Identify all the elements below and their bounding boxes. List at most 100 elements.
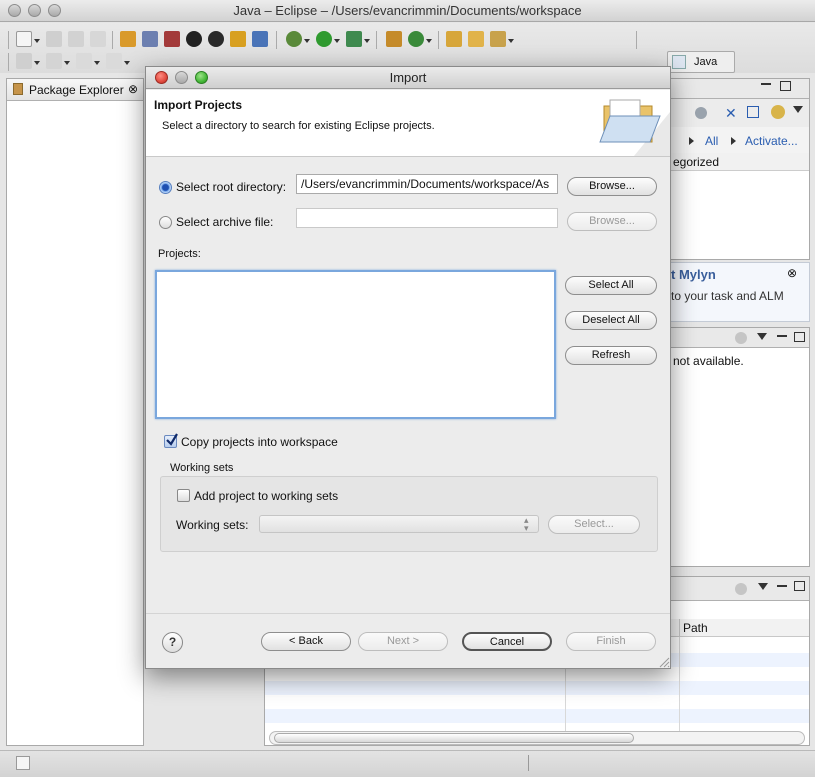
outline-tab <box>665 328 809 348</box>
outline-toolbar-icon[interactable] <box>735 332 747 344</box>
archive-file-radio[interactable] <box>159 216 172 229</box>
select-arrows-icon: ▴ ▾ <box>524 515 529 533</box>
maximize-icon[interactable] <box>794 581 805 591</box>
projects-list[interactable] <box>155 270 556 419</box>
status-separator <box>528 755 529 771</box>
working-sets-select[interactable]: ▴ ▾ <box>259 515 539 533</box>
view-menu-icon[interactable] <box>758 583 768 590</box>
folder-icon <box>599 99 670 156</box>
browse-archive-button[interactable]: Browse... <box>567 212 657 231</box>
zoom-window-button[interactable] <box>48 4 61 17</box>
hide-completed-icon[interactable]: ✕ <box>725 105 737 122</box>
dialog-minimize-button[interactable] <box>175 71 188 84</box>
open-folder-2-icon[interactable] <box>468 31 484 47</box>
select-working-sets-button[interactable]: Select... <box>548 515 640 534</box>
fast-view-icon[interactable] <box>16 756 30 770</box>
refresh-button[interactable]: Refresh <box>565 346 657 365</box>
package-explorer-tab[interactable]: Package Explorer ⊗ <box>7 79 143 101</box>
new-dropdown-icon[interactable] <box>34 39 40 43</box>
package-explorer-label: Package Explorer <box>29 83 124 97</box>
finish-button[interactable]: Finish <box>566 632 656 651</box>
debug-dropdown-icon[interactable] <box>304 39 310 43</box>
root-directory-radio[interactable] <box>159 181 172 194</box>
view-menu-icon[interactable] <box>757 333 767 340</box>
deselect-all-button[interactable]: Deselect All <box>565 311 657 330</box>
build-icon[interactable] <box>230 31 246 47</box>
run-ant-icon[interactable] <box>186 31 202 47</box>
minimize-window-button[interactable] <box>28 4 41 17</box>
select-all-button[interactable]: Select All <box>565 276 657 295</box>
view-menu-icon[interactable] <box>793 106 803 113</box>
debug-icon[interactable] <box>286 31 302 47</box>
package-explorer-view: Package Explorer ⊗ <box>6 78 144 746</box>
all-link[interactable]: All <box>705 134 718 148</box>
run-dropdown-icon[interactable] <box>334 39 340 43</box>
search-icon[interactable] <box>490 31 506 47</box>
categorized-header: egorized <box>665 153 809 171</box>
resize-grip-icon[interactable] <box>658 656 670 668</box>
new-class-dropdown-icon[interactable] <box>426 39 432 43</box>
copy-projects-checkbox[interactable] <box>164 433 178 448</box>
back-dropdown-icon[interactable] <box>94 61 100 65</box>
browse-root-button[interactable]: Browse... <box>567 177 657 196</box>
status-bar <box>0 750 815 777</box>
dialog-close-button[interactable] <box>155 71 168 84</box>
next-annotation-icon[interactable] <box>16 53 32 69</box>
path-column-header[interactable]: Path <box>683 621 708 635</box>
close-window-button[interactable] <box>8 4 21 17</box>
save-icon[interactable] <box>46 31 62 47</box>
activate-link[interactable]: Activate... <box>745 134 798 148</box>
copy-projects-label: Copy projects into workspace <box>181 435 338 449</box>
mylyn-info-panel: t Mylyn ⊗ to your task and ALM <box>664 262 810 322</box>
maximize-icon[interactable] <box>794 332 805 342</box>
dialog-zoom-button[interactable] <box>195 71 208 84</box>
run-icon[interactable] <box>316 31 332 47</box>
task-icon[interactable] <box>695 107 707 119</box>
task-list-area <box>665 171 809 259</box>
focus-icon[interactable] <box>771 105 785 119</box>
maximize-icon[interactable] <box>780 81 791 91</box>
package-icon <box>13 83 23 95</box>
external-tools-icon[interactable] <box>346 31 362 47</box>
mylyn-title: t Mylyn <box>671 267 716 282</box>
projects-label: Projects: <box>158 248 201 260</box>
new-java-project-icon[interactable] <box>386 31 402 47</box>
search-dropdown-icon[interactable] <box>508 39 514 43</box>
previous-annotation-icon[interactable] <box>46 53 62 69</box>
back-icon[interactable] <box>76 53 92 69</box>
next-annotation-dropdown-icon[interactable] <box>34 61 40 65</box>
deploy-icon[interactable] <box>252 31 268 47</box>
print-icon[interactable] <box>90 31 106 47</box>
problems-toolbar-icon[interactable] <box>735 583 747 595</box>
window-titlebar: Java – Eclipse – /Users/evancrimmin/Docu… <box>0 0 815 22</box>
minimize-icon[interactable] <box>777 585 787 587</box>
working-sets-group-label: Working sets <box>170 462 234 474</box>
open-folder-icon[interactable] <box>446 31 462 47</box>
open-type-icon[interactable] <box>120 31 136 47</box>
save-all-icon[interactable] <box>68 31 84 47</box>
help-icon[interactable]: ? <box>162 632 183 653</box>
cancel-button[interactable]: Cancel <box>462 632 552 651</box>
scrollbar-thumb[interactable] <box>274 733 634 743</box>
collapse-all-icon[interactable] <box>747 106 759 118</box>
debug-last-icon[interactable] <box>164 31 180 47</box>
close-icon[interactable]: ⊗ <box>128 82 138 96</box>
previous-annotation-dropdown-icon[interactable] <box>64 61 70 65</box>
minimize-icon[interactable] <box>761 83 771 85</box>
root-directory-field[interactable]: /Users/evancrimmin/Documents/workspace/A… <box>296 174 558 194</box>
back-button[interactable]: < Back <box>261 632 351 651</box>
next-button[interactable]: Next > <box>358 632 448 651</box>
external-tools-dropdown-icon[interactable] <box>364 39 370 43</box>
minimize-icon[interactable] <box>777 335 787 337</box>
open-task-icon[interactable] <box>142 31 158 47</box>
new-class-icon[interactable] <box>408 31 424 47</box>
horizontal-scrollbar[interactable] <box>269 731 805 745</box>
forward-icon[interactable] <box>106 53 122 69</box>
new-icon[interactable] <box>16 31 32 47</box>
java-perspective-button[interactable]: Java <box>667 51 735 73</box>
close-icon[interactable]: ⊗ <box>787 266 797 280</box>
forward-dropdown-icon[interactable] <box>124 61 130 65</box>
archive-file-field[interactable] <box>296 208 558 228</box>
run-ant-2-icon[interactable] <box>208 31 224 47</box>
add-to-working-sets-checkbox[interactable] <box>177 489 190 502</box>
